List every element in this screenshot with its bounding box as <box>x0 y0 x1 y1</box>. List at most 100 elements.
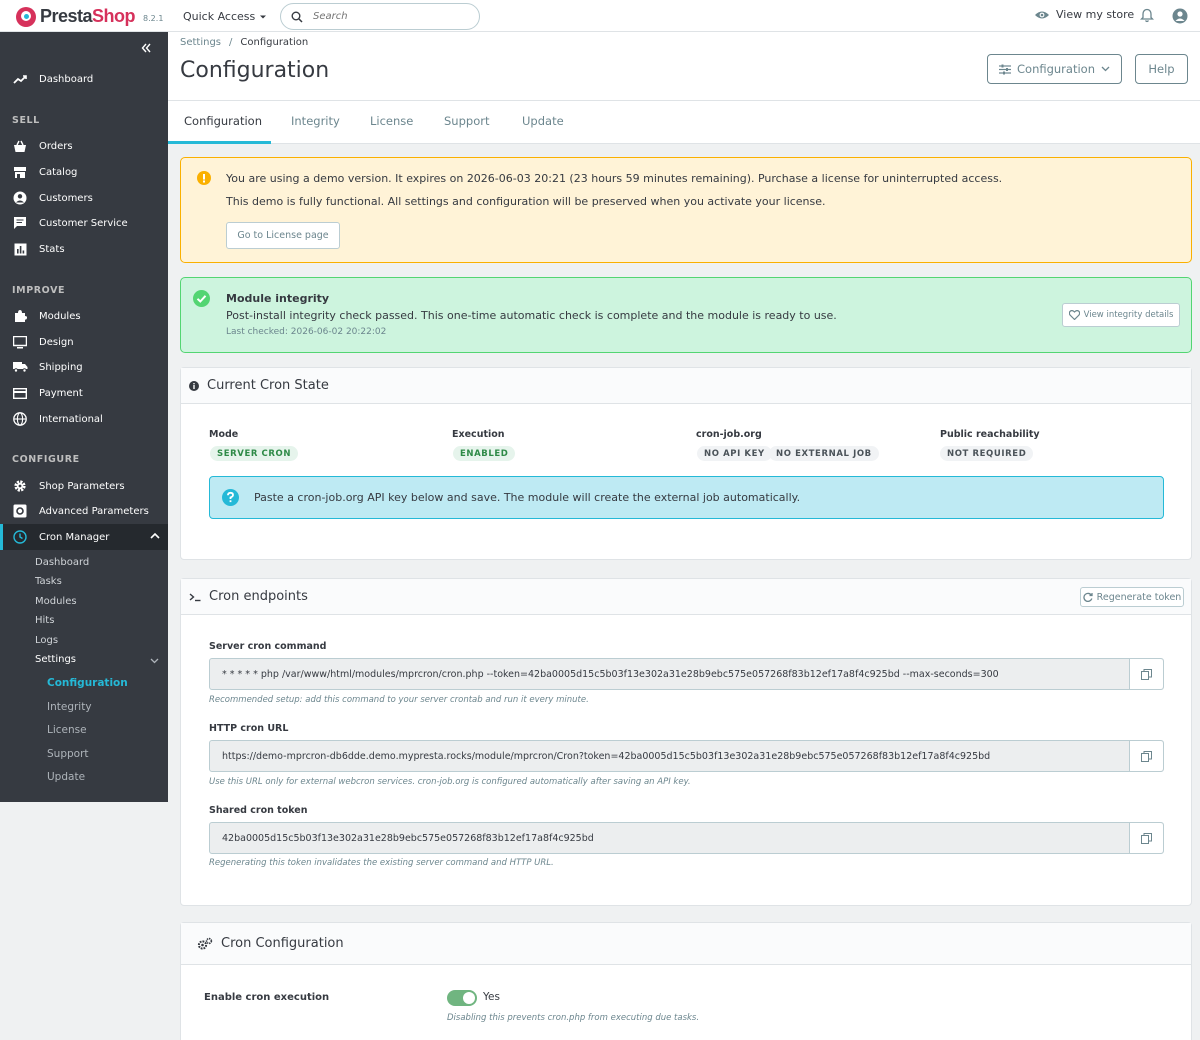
account-circle-icon <box>12 190 28 206</box>
cron-endpoints-panel: Cron endpoints Regenerate token Server c… <box>180 578 1192 906</box>
sidebar-item-label: Shipping <box>39 361 83 373</box>
shared-token-field <box>209 822 1164 854</box>
tab-update[interactable]: Update <box>522 114 564 128</box>
demo-warning-line2: This demo is fully functional. All setti… <box>226 195 826 208</box>
configuration-dropdown-button[interactable]: Configuration <box>987 54 1122 84</box>
sidebar-item-international[interactable]: International <box>0 408 168 430</box>
sidebar-subitem-integrity[interactable]: Integrity <box>47 701 92 713</box>
enable-cron-toggle[interactable] <box>447 990 477 1006</box>
sidebar-item-modules[interactable]: Modules <box>0 305 168 327</box>
sidebar-item-cron-manager[interactable]: Cron Manager <box>0 524 168 550</box>
http-cron-help: Use this URL only for external webcron s… <box>209 777 691 787</box>
http-cron-field <box>209 740 1164 772</box>
chevron-up-icon <box>150 532 160 540</box>
truck-icon <box>12 359 28 375</box>
sidebar-subitem-dashboard[interactable]: Dashboard <box>35 557 89 568</box>
copy-icon <box>1141 750 1152 762</box>
sidebar-item-label: Design <box>39 336 74 348</box>
sidebar-item-stats[interactable]: Stats <box>0 238 168 260</box>
sidebar-item-customers[interactable]: Customers <box>0 187 168 209</box>
credit-card-icon <box>12 385 28 401</box>
integrity-title: Module integrity <box>226 292 330 305</box>
sidebar-item-label: Customer Service <box>39 217 128 229</box>
sidebar-item-advanced-parameters[interactable]: Advanced Parameters <box>0 500 168 522</box>
tab-configuration[interactable]: Configuration <box>184 114 262 128</box>
monitor-icon <box>12 334 28 350</box>
collapse-sidebar-icon[interactable] <box>140 42 152 54</box>
quick-access-dropdown[interactable]: Quick Access <box>183 10 267 23</box>
view-store-label: View my store <box>1056 8 1135 21</box>
heart-pulse-icon <box>1068 310 1080 320</box>
info-icon <box>189 380 199 391</box>
user-account-icon[interactable] <box>1172 8 1188 24</box>
enable-cron-label: Enable cron execution <box>204 992 330 1003</box>
notifications-bell-icon[interactable] <box>1140 8 1154 23</box>
http-cron-input[interactable] <box>210 741 1129 771</box>
sidebar-subitem-logs[interactable]: Logs <box>35 635 58 646</box>
shared-token-help: Regenerating this token invalidates the … <box>209 858 554 868</box>
toggle-state-label: Yes <box>483 991 500 1003</box>
enable-cron-help: Disabling this prevents cron.php from ex… <box>447 1013 700 1023</box>
sidebar-subitem-configuration[interactable]: Configuration <box>47 677 128 689</box>
integrity-message: Post-install integrity check passed. Thi… <box>226 309 837 322</box>
sidebar-item-label: International <box>39 413 103 425</box>
search-input[interactable] <box>313 11 463 22</box>
copy-server-cron-button[interactable] <box>1129 659 1163 689</box>
panel-title: Cron Configuration <box>221 936 344 951</box>
panel-title: Current Cron State <box>207 378 329 393</box>
tab-bar: Configuration Integrity License Support … <box>168 101 1200 144</box>
tab-license[interactable]: License <box>370 114 413 128</box>
shared-token-label: Shared cron token <box>209 805 308 816</box>
search-box[interactable] <box>280 3 480 30</box>
prestashop-logo[interactable]: PrestaShop 8.2.1 <box>16 6 163 27</box>
chevron-down-icon <box>150 658 159 664</box>
breadcrumb-current: Configuration <box>240 37 309 48</box>
shared-token-input[interactable] <box>210 823 1129 853</box>
breadcrumb-separator: / <box>229 37 233 48</box>
tab-support[interactable]: Support <box>444 114 489 128</box>
sidebar-subitem-support[interactable]: Support <box>47 748 89 760</box>
copy-token-button[interactable] <box>1129 823 1163 853</box>
sidebar-subitem-tasks[interactable]: Tasks <box>35 576 62 587</box>
sidebar-subitem-settings[interactable]: Settings <box>35 654 76 665</box>
sidebar-item-shop-parameters[interactable]: Shop Parameters <box>0 475 168 497</box>
sidebar-item-orders[interactable]: Orders <box>0 135 168 157</box>
regenerate-token-button[interactable]: Regenerate token <box>1080 587 1184 607</box>
eye-icon <box>1035 11 1049 18</box>
server-cron-input[interactable] <box>210 659 1129 689</box>
sidebar-subitem-hits[interactable]: Hits <box>35 615 54 626</box>
active-tab-indicator <box>168 141 271 144</box>
copy-icon <box>1141 832 1152 844</box>
copy-http-cron-button[interactable] <box>1129 741 1163 771</box>
sidebar-item-label: Orders <box>39 140 73 152</box>
sidebar-item-label: Advanced Parameters <box>39 505 149 517</box>
view-integrity-details-label: View integrity details <box>1083 310 1174 320</box>
go-to-license-button[interactable]: Go to License page <box>226 222 340 249</box>
sidebar-item-payment[interactable]: Payment <box>0 382 168 404</box>
current-cron-state-panel: Current Cron State Mode SERVER CRON Exec… <box>180 367 1192 560</box>
sidebar-subitem-update[interactable]: Update <box>47 771 85 783</box>
view-my-store-link[interactable]: View my store <box>1034 8 1134 21</box>
sidebar-item-shipping[interactable]: Shipping <box>0 356 168 378</box>
sidebar-item-dashboard[interactable]: Dashboard <box>0 68 168 90</box>
sidebar-item-catalog[interactable]: Catalog <box>0 161 168 183</box>
breadcrumb-parent[interactable]: Settings <box>180 37 221 48</box>
public-reachability-label: Public reachability <box>940 429 1040 440</box>
view-integrity-details-button[interactable]: View integrity details <box>1062 303 1180 327</box>
sidebar-section-improve: IMPROVE <box>12 285 66 296</box>
sidebar-item-customer-service[interactable]: Customer Service <box>0 212 168 234</box>
logo-text-shop: Shop <box>92 6 136 26</box>
help-button[interactable]: Help <box>1135 54 1188 84</box>
refresh-icon <box>1083 592 1093 602</box>
demo-warning-line1: You are using a demo version. It expires… <box>226 172 1003 185</box>
tab-integrity[interactable]: Integrity <box>291 114 340 128</box>
version-label: 8.2.1 <box>143 14 164 23</box>
store-icon <box>12 164 28 180</box>
sidebar-subitem-modules[interactable]: Modules <box>35 596 77 607</box>
sidebar-section-configure: CONFIGURE <box>12 454 80 465</box>
sidebar-item-label: Dashboard <box>39 73 94 85</box>
no-external-job-badge: NO EXTERNAL JOB <box>769 446 879 461</box>
sidebar-item-design[interactable]: Design <box>0 331 168 353</box>
sidebar-subitem-license[interactable]: License <box>47 724 87 736</box>
search-icon <box>291 11 303 23</box>
